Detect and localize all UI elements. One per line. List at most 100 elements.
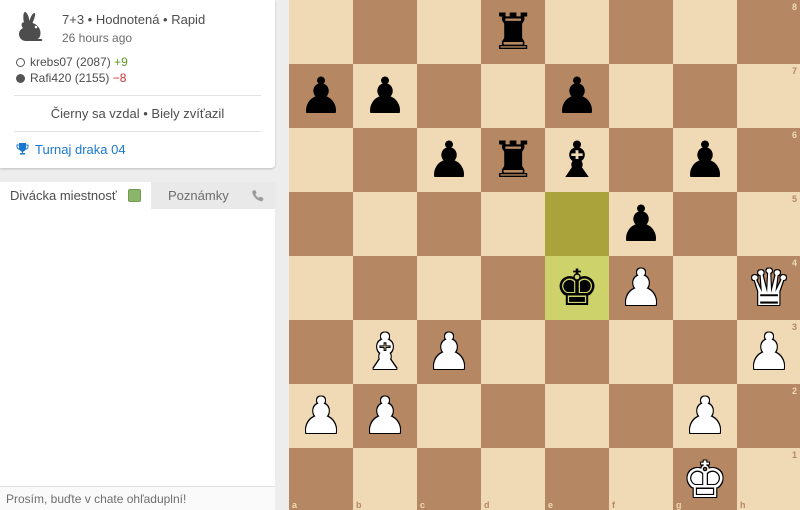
square-c5[interactable] [417, 192, 481, 256]
square-e5[interactable] [545, 192, 609, 256]
square-a6[interactable] [289, 128, 353, 192]
black-pawn-e7[interactable]: ♟ [549, 68, 605, 124]
square-a3[interactable] [289, 320, 353, 384]
trophy-icon [16, 143, 29, 155]
square-f6[interactable] [609, 128, 673, 192]
square-d3[interactable] [481, 320, 545, 384]
black-pawn-b7[interactable]: ♟ [357, 68, 413, 124]
player-black-name[interactable]: Rafi420 (2155) [30, 71, 109, 85]
square-c4[interactable] [417, 256, 481, 320]
white-pawn-g2[interactable]: ♟ [677, 388, 733, 444]
white-king-g1[interactable]: ♚ [677, 452, 733, 508]
square-d4[interactable] [481, 256, 545, 320]
tab-notes[interactable]: Poznámky [151, 182, 275, 209]
square-h3[interactable]: 3 ♟ [737, 320, 800, 384]
square-f1[interactable]: f [609, 448, 673, 510]
square-e8[interactable] [545, 0, 609, 64]
square-g2[interactable]: ♟ [673, 384, 737, 448]
black-pawn-c6[interactable]: ♟ [421, 132, 477, 188]
square-e2[interactable] [545, 384, 609, 448]
square-h2[interactable]: 2 [737, 384, 800, 448]
square-f4[interactable]: ♟ [609, 256, 673, 320]
phone-icon[interactable] [251, 188, 266, 203]
chat-input[interactable] [0, 486, 275, 510]
tournament-link[interactable]: Turnaj draka 04 [16, 142, 126, 157]
tournament-name[interactable]: Turnaj draka 04 [35, 142, 126, 157]
square-c8[interactable] [417, 0, 481, 64]
white-pawn-a2[interactable]: ♟ [293, 388, 349, 444]
square-b4[interactable] [353, 256, 417, 320]
white-queen-h4[interactable]: ♛ [741, 260, 797, 316]
black-rook-d8[interactable]: ♜ [485, 4, 541, 60]
chat-toggle-checkbox[interactable] [128, 189, 141, 202]
square-f8[interactable] [609, 0, 673, 64]
square-d6[interactable]: ♜ [481, 128, 545, 192]
square-d5[interactable] [481, 192, 545, 256]
square-e1[interactable]: e [545, 448, 609, 510]
square-g6[interactable]: ♟ [673, 128, 737, 192]
square-e7[interactable]: ♟ [545, 64, 609, 128]
file-label: f [612, 500, 615, 510]
square-a1[interactable]: a [289, 448, 353, 510]
square-g3[interactable] [673, 320, 737, 384]
square-g4[interactable] [673, 256, 737, 320]
square-c3[interactable]: ♟ [417, 320, 481, 384]
chessboard[interactable]: ♜ 8 ♟ ♟ ♟ 7 ♟ ♜ ♝ ♟ 6 ♟ 5 ♚ ♟ 4 ♛ ♝ ♟ 3 ♟ ♟ ♟ ♟ 2 a b c d e f g ♚ 1 h [289, 0, 800, 510]
black-king-e4[interactable]: ♚ [549, 260, 605, 316]
square-a2[interactable]: ♟ [289, 384, 353, 448]
player-black[interactable]: Rafi420 (2155) −8 [16, 70, 126, 86]
square-c1[interactable]: c [417, 448, 481, 510]
file-label: d [484, 500, 490, 510]
square-e6[interactable]: ♝ [545, 128, 609, 192]
square-b3[interactable]: ♝ [353, 320, 417, 384]
square-g7[interactable] [673, 64, 737, 128]
square-a5[interactable] [289, 192, 353, 256]
square-d7[interactable] [481, 64, 545, 128]
rabbit-icon [19, 12, 43, 41]
black-rook-d6[interactable]: ♜ [485, 132, 541, 188]
player-white[interactable]: krebs07 (2087) +9 [16, 54, 128, 70]
square-h1[interactable]: 1h [737, 448, 800, 510]
square-h4[interactable]: 4 ♛ [737, 256, 800, 320]
white-pawn-f4[interactable]: ♟ [613, 260, 669, 316]
square-b2[interactable]: ♟ [353, 384, 417, 448]
square-f7[interactable] [609, 64, 673, 128]
black-pawn-a7[interactable]: ♟ [293, 68, 349, 124]
square-c6[interactable]: ♟ [417, 128, 481, 192]
square-d8[interactable]: ♜ [481, 0, 545, 64]
square-e4[interactable]: ♚ [545, 256, 609, 320]
square-b5[interactable] [353, 192, 417, 256]
square-f3[interactable] [609, 320, 673, 384]
white-pawn-c3[interactable]: ♟ [421, 324, 477, 380]
square-d2[interactable] [481, 384, 545, 448]
player-white-name[interactable]: krebs07 (2087) [30, 55, 111, 69]
square-d1[interactable]: d [481, 448, 545, 510]
white-pawn-h3[interactable]: ♟ [741, 324, 797, 380]
square-a4[interactable] [289, 256, 353, 320]
tab-spectator-room[interactable]: Divácka miestnosť [0, 182, 151, 209]
square-f2[interactable] [609, 384, 673, 448]
square-a7[interactable]: ♟ [289, 64, 353, 128]
square-g5[interactable] [673, 192, 737, 256]
square-f5[interactable]: ♟ [609, 192, 673, 256]
square-c2[interactable] [417, 384, 481, 448]
black-pawn-g6[interactable]: ♟ [677, 132, 733, 188]
square-c7[interactable] [417, 64, 481, 128]
square-b6[interactable] [353, 128, 417, 192]
square-b8[interactable] [353, 0, 417, 64]
square-g1[interactable]: g ♚ [673, 448, 737, 510]
white-bishop-b3[interactable]: ♝ [357, 324, 413, 380]
square-a8[interactable] [289, 0, 353, 64]
square-h8[interactable]: 8 [737, 0, 800, 64]
black-bishop-e6[interactable]: ♝ [549, 132, 605, 188]
square-b7[interactable]: ♟ [353, 64, 417, 128]
square-b1[interactable]: b [353, 448, 417, 510]
file-label: c [420, 500, 426, 510]
square-h7[interactable]: 7 [737, 64, 800, 128]
square-h6[interactable]: 6 [737, 128, 800, 192]
square-h5[interactable]: 5 [737, 192, 800, 256]
square-g8[interactable] [673, 0, 737, 64]
black-pawn-f5[interactable]: ♟ [613, 196, 669, 252]
white-pawn-b2[interactable]: ♟ [357, 388, 413, 444]
square-e3[interactable] [545, 320, 609, 384]
